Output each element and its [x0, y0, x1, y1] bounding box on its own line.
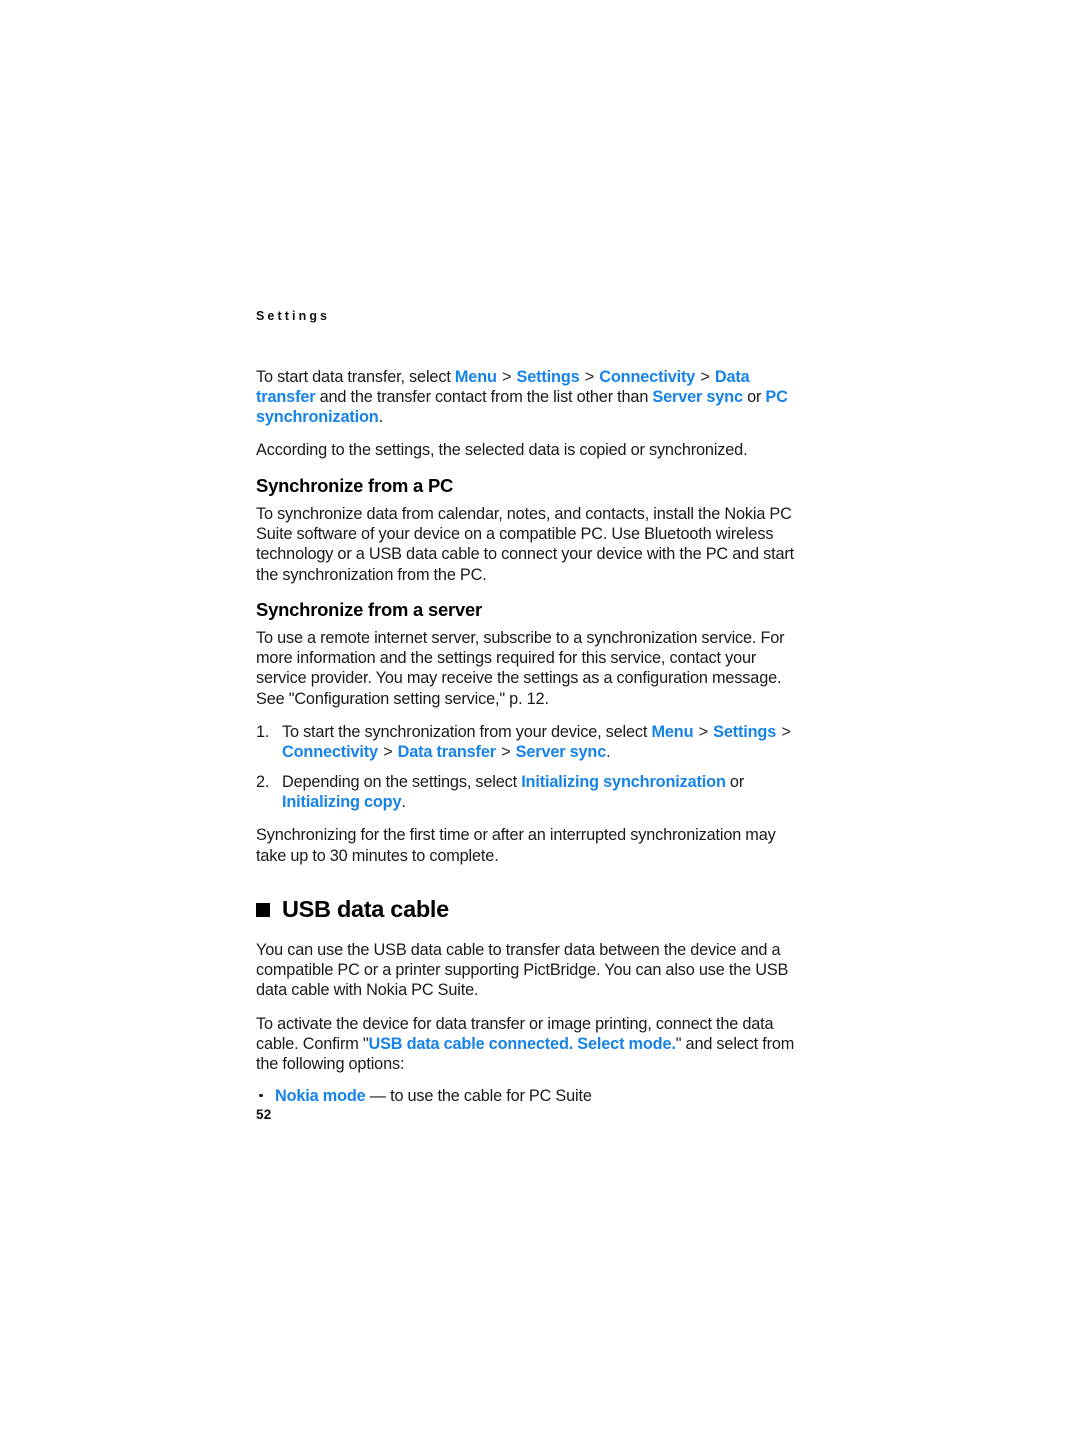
- usb-mode-options: Nokia mode — to use the cable for PC Sui…: [256, 1086, 804, 1106]
- step-number: 2.: [256, 772, 270, 791]
- heading-synchronize-from-a-pc: Synchronize from a PC: [256, 474, 454, 496]
- ui-string: Menu: [454, 367, 497, 386]
- heading-synchronize-from-a-server: Synchronize from a server: [256, 598, 482, 620]
- text-run: and the transfer contact from the list o…: [315, 387, 653, 406]
- step-text: Depending on the settings, select Initia…: [282, 773, 744, 811]
- usb-cable-paragraph-1: You can use the USB data cable to transf…: [256, 940, 789, 1000]
- path-separator: >: [378, 743, 397, 762]
- text-run: or: [742, 387, 766, 406]
- path-separator: >: [696, 367, 714, 386]
- path-separator: >: [694, 723, 713, 742]
- ui-string: Settings: [516, 367, 580, 386]
- ui-string: Connectivity: [282, 743, 378, 762]
- ui-string: Settings: [713, 723, 777, 742]
- path-separator: >: [497, 367, 516, 386]
- ui-string: Data transfer: [397, 743, 496, 762]
- ui-string: Initializing synchronization: [521, 772, 726, 791]
- usb-cable-paragraph-2: To activate the device for data transfer…: [256, 1014, 804, 1075]
- text-run: .: [606, 743, 611, 762]
- ui-string: Connectivity: [599, 367, 696, 386]
- manual-page: Settings To start data transfer, select …: [0, 0, 1080, 1440]
- path-separator: >: [777, 723, 791, 742]
- step-text: To start the synchronization from your d…: [282, 723, 792, 761]
- step-number: 1.: [256, 723, 270, 742]
- synchronize-from-pc-paragraph: To synchronize data from calendar, notes…: [256, 504, 795, 584]
- server-sync-steps: 1. To start the synchronization from your…: [256, 722, 804, 812]
- sync-duration-paragraph: Synchronizing for the first time or afte…: [256, 826, 776, 865]
- ui-string: Initializing copy: [282, 792, 402, 811]
- ui-string: Server sync: [652, 387, 743, 406]
- text-run: .: [378, 408, 384, 427]
- ui-string: Menu: [651, 723, 694, 742]
- ui-string: Server sync: [515, 743, 607, 762]
- heading-usb-data-cable-label: USB data cable: [282, 895, 449, 922]
- synchronize-from-server-paragraph: To use a remote internet server, subscri…: [256, 628, 785, 708]
- heading-usb-data-cable: USB data cable: [256, 896, 804, 923]
- path-separator: >: [580, 367, 599, 386]
- text-run: To start the synchronization from your d…: [282, 723, 652, 742]
- intro-paragraph: To start data transfer, select Menu > Se…: [256, 367, 804, 428]
- numbered-step: 2. Depending on the settings, select Init…: [256, 772, 804, 813]
- list-item: Nokia mode — to use the cable for PC Sui…: [256, 1086, 804, 1106]
- page-number: 52: [256, 1107, 272, 1122]
- text-run: To start data transfer, select: [256, 367, 455, 386]
- text-run: .: [401, 792, 406, 811]
- bullet-dot-icon: [259, 1093, 263, 1098]
- ui-string: Nokia mode: [275, 1086, 366, 1105]
- square-bullet-icon: [256, 903, 270, 918]
- path-separator: >: [496, 743, 515, 762]
- numbered-step: 1. To start the synchronization from your…: [256, 722, 804, 763]
- ui-string: USB data cable connected. Select mode.: [368, 1035, 676, 1054]
- text-run: or: [725, 772, 745, 791]
- running-header: Settings: [256, 309, 331, 323]
- list-item-text: Nokia mode — to use the cable for PC Sui…: [275, 1087, 592, 1105]
- text-column: Settings To start data transfer, select …: [256, 310, 804, 1114]
- according-paragraph: According to the settings, the selected …: [256, 441, 748, 460]
- text-run: Depending on the settings, select: [282, 772, 522, 791]
- text-run: — to use the cable for PC Suite: [365, 1086, 592, 1105]
